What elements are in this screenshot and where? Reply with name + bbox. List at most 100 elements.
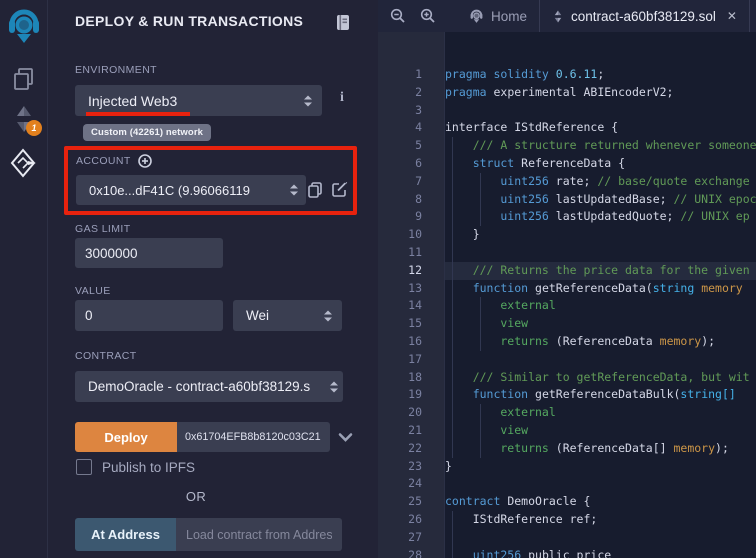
indent-guide (452, 386, 453, 404)
line-number: 22 (378, 440, 444, 458)
deploy-button[interactable]: Deploy (75, 422, 177, 452)
line-number: 18 (378, 369, 444, 387)
line-number: 12 (378, 262, 444, 280)
indent-guide (452, 440, 453, 458)
zoom-in-icon[interactable] (413, 0, 443, 32)
code-line (445, 529, 756, 547)
publish-ipfs-label: Publish to IPFS (102, 460, 195, 475)
tab-home[interactable]: Home (457, 0, 539, 32)
indent-guide (452, 137, 453, 155)
indent-guide (452, 333, 453, 351)
line-number: 19 (378, 386, 444, 404)
code-line (445, 102, 756, 120)
code-lines[interactable]: pragma solidity 0.6.11;pragma experiment… (444, 32, 756, 558)
indent-guide (480, 404, 481, 422)
contract-select[interactable]: DemoOracle - contract-a60bf38129.s (75, 371, 343, 402)
value-input[interactable] (75, 300, 223, 331)
chevron-down-icon[interactable] (338, 430, 353, 448)
edit-icon[interactable] (331, 181, 348, 198)
solidity-file-icon (552, 9, 564, 24)
code-line: /// Similar to getReferenceData, but wit (445, 369, 756, 387)
line-number: 15 (378, 315, 444, 333)
code-line: uint256 public price (445, 547, 756, 558)
line-number: 17 (378, 351, 444, 369)
close-icon[interactable]: ✕ (727, 9, 737, 23)
copy-icon[interactable] (307, 181, 323, 199)
remix-ide-window: 1 DEPLOY & RUN TRANSACTIONS ENVIRONMENT … (0, 0, 756, 558)
solidity-compiler-icon[interactable]: 1 (0, 104, 48, 134)
indent-guide (452, 547, 453, 558)
indent-guide (452, 191, 453, 209)
indent-guide (480, 333, 481, 351)
zoom-out-icon[interactable] (383, 0, 413, 32)
book-icon[interactable] (335, 14, 351, 31)
at-address-input[interactable] (176, 518, 342, 551)
contract-label: CONTRACT (75, 350, 137, 362)
code-line: pragma solidity 0.6.11; (445, 66, 756, 84)
line-number: 14 (378, 297, 444, 315)
remix-logo[interactable] (0, 8, 48, 46)
publish-ipfs-checkbox[interactable] (76, 459, 92, 475)
indent-guide (480, 173, 481, 191)
line-number: 25 (378, 493, 444, 511)
line-number: 11 (378, 244, 444, 262)
indent-guide (480, 297, 481, 315)
code-line: uint256 rate; // base/quote exchange (445, 173, 756, 191)
code-line: IStdReference ref; (445, 511, 756, 529)
line-number: 24 (378, 475, 444, 493)
gas-limit-label: GAS LIMIT (75, 223, 131, 235)
chevron-updown-icon (304, 95, 312, 106)
plus-icon[interactable] (138, 154, 152, 168)
code-line: interface IStdReference { (445, 119, 756, 137)
compiler-notification-badge: 1 (26, 120, 42, 136)
remix-home-icon (469, 9, 484, 24)
indent-guide (480, 208, 481, 226)
code-editor: Home contract-a60bf38129.sol ✕ 123456789… (378, 0, 756, 558)
code-line (445, 244, 756, 262)
code-line: /// Returns the price data for the given (445, 262, 756, 280)
code-line: view (445, 422, 756, 440)
line-number: 23 (378, 458, 444, 476)
indent-guide (452, 208, 453, 226)
code-line: /// A structure returned whenever someon… (445, 137, 756, 155)
gutter: 1234567891011121314151617181920212223242… (378, 32, 444, 558)
account-select[interactable]: 0x10e...dF41C (9.96066119 (76, 175, 306, 205)
indent-guide (452, 422, 453, 440)
gas-limit-input[interactable] (75, 238, 223, 268)
constructor-arg-input[interactable] (177, 422, 330, 452)
indent-guide (452, 155, 453, 173)
code-line: external (445, 404, 756, 422)
indent-guide (452, 262, 453, 280)
line-number: 3 (378, 102, 444, 120)
indent-guide (452, 404, 453, 422)
deploy-run-icon[interactable] (0, 148, 48, 178)
line-number: 20 (378, 404, 444, 422)
code-line: } (445, 458, 756, 476)
code-line: contract DemoOracle { (445, 493, 756, 511)
line-number: 13 (378, 280, 444, 298)
icon-rail: 1 (0, 0, 48, 558)
annotation-underline-environment (86, 112, 190, 116)
code-line: } (445, 226, 756, 244)
value-unit-select[interactable]: Wei (233, 300, 342, 331)
line-number: 27 (378, 529, 444, 547)
file-explorer-icon[interactable] (0, 66, 48, 92)
line-number: 9 (378, 208, 444, 226)
panel-title: DEPLOY & RUN TRANSACTIONS (75, 13, 303, 29)
indent-guide (452, 529, 453, 547)
indent-guide (480, 422, 481, 440)
chevron-updown-icon (330, 381, 338, 392)
code-line: function getReferenceData(string memory (445, 280, 756, 298)
tab-contract-file[interactable]: contract-a60bf38129.sol ✕ (539, 0, 750, 32)
code-line: uint256 lastUpdatedBase; // UNIX epoc (445, 191, 756, 209)
indent-guide (480, 315, 481, 333)
at-address-button[interactable]: At Address (75, 518, 176, 551)
code-line: view (445, 315, 756, 333)
line-number: 6 (378, 155, 444, 173)
line-number: 21 (378, 422, 444, 440)
info-icon[interactable]: i (335, 90, 349, 110)
value-label: VALUE (75, 285, 111, 297)
indent-guide (452, 297, 453, 315)
code-line: function getReferenceDataBulk(string[] (445, 386, 756, 404)
indent-guide (452, 244, 453, 262)
